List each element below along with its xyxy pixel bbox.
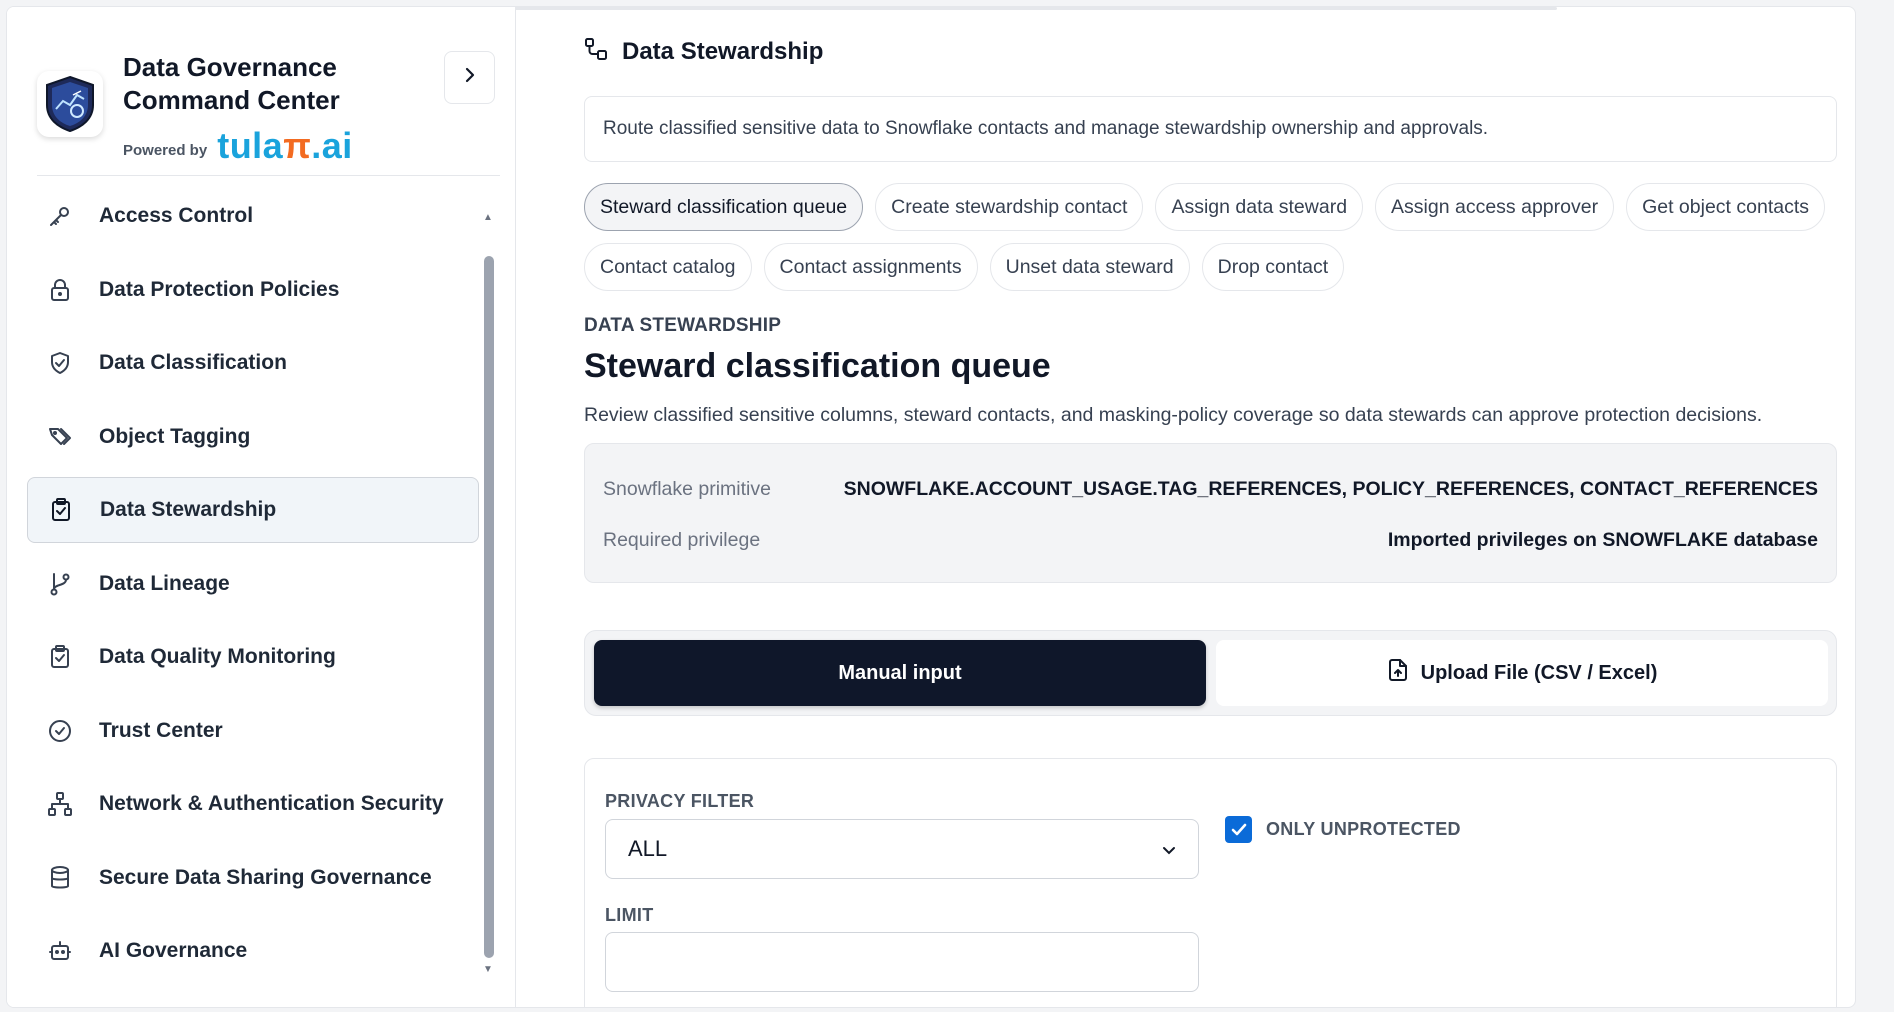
- file-upload-icon: [1387, 658, 1409, 688]
- app-title: Data Governance Command Center: [123, 52, 340, 115]
- sidebar-item-data-protection-policies[interactable]: Data Protection Policies: [27, 257, 479, 323]
- info-row-privilege: Required privilege Imported privileges o…: [603, 529, 1818, 552]
- section-title: Data Stewardship: [622, 37, 824, 65]
- sidebar-item-label: Trust Center: [99, 718, 223, 742]
- workflow-icon: [584, 37, 608, 66]
- privacy-filter-select[interactable]: ALL: [605, 819, 1199, 879]
- clipboard-check-icon: [47, 644, 73, 670]
- key-icon: [47, 203, 73, 229]
- tags-icon: [47, 424, 73, 450]
- sidebar-item-ai-governance[interactable]: AI Governance: [27, 918, 479, 984]
- page-title: Steward classification queue: [584, 347, 1051, 385]
- sidebar-item-object-tagging[interactable]: Object Tagging: [27, 404, 479, 470]
- sidebar-item-secure-data-sharing[interactable]: Secure Data Sharing Governance: [27, 845, 479, 911]
- section-header: Data Stewardship: [584, 37, 823, 66]
- sidebar-item-label: Data Lineage: [99, 571, 230, 595]
- chip-create-stewardship-contact[interactable]: Create stewardship contact: [875, 183, 1144, 231]
- info-label: Snowflake primitive: [603, 478, 771, 500]
- sidebar-item-label: AI Governance: [99, 939, 248, 962]
- sidebar-item-label: Data Stewardship: [100, 498, 277, 521]
- brand: Data Governance Command Center Powered b…: [37, 45, 497, 166]
- chip-contact-catalog[interactable]: Contact catalog: [584, 243, 752, 291]
- sidebar: Data Governance Command Center Powered b…: [7, 7, 516, 1007]
- chip-row-2: Contact catalog Contact assignments Unse…: [584, 243, 1844, 291]
- sidebar-item-data-lineage[interactable]: Data Lineage: [27, 551, 479, 617]
- sidebar-item-data-quality-monitoring[interactable]: Data Quality Monitoring: [27, 624, 479, 690]
- chip-unset-data-steward[interactable]: Unset data steward: [989, 243, 1190, 291]
- sidebar-item-label: Data Classification: [99, 351, 287, 374]
- info-label: Required privilege: [603, 529, 761, 551]
- only-unprotected-checkbox[interactable]: [1225, 816, 1252, 843]
- sidebar-item-data-classification[interactable]: Data Classification: [27, 330, 479, 396]
- powered-by: Powered by tulaπ.ai: [123, 125, 353, 171]
- git-branch-icon: [47, 571, 73, 597]
- section-description: Route classified sensitive data to Snowf…: [584, 96, 1837, 162]
- bot-icon: [47, 938, 73, 964]
- chip-contact-assignments[interactable]: Contact assignments: [763, 243, 978, 291]
- only-unprotected-toggle[interactable]: ONLY UNPROTECTED: [1225, 816, 1461, 843]
- action-chips: Steward classification queue Create stew…: [584, 183, 1844, 303]
- chevron-right-icon: [463, 65, 477, 91]
- sidebar-item-label: Data Quality Monitoring: [99, 645, 336, 668]
- sidebar-item-label: Access Control: [99, 204, 254, 227]
- privacy-filter-label: PRIVACY FILTER: [605, 791, 755, 811]
- sidebar-item-label: Data Protection Policies: [99, 277, 340, 301]
- sidebar-item-data-stewardship[interactable]: Data Stewardship: [27, 477, 479, 543]
- chip-assign-access-approver[interactable]: Assign access approver: [1375, 183, 1615, 231]
- info-value: Imported privileges on SNOWFLAKE databas…: [1387, 529, 1818, 551]
- tulapi-logo: tulaπ.ai: [217, 125, 353, 166]
- clipboard-check-icon: [48, 497, 74, 523]
- app-window: Data Governance Command Center Powered b…: [6, 6, 1856, 1008]
- shield-check-icon: [47, 350, 73, 376]
- chip-drop-contact[interactable]: Drop contact: [1201, 243, 1345, 291]
- sidebar-item-label: Secure Data Sharing Governance: [99, 865, 432, 889]
- upload-file-button[interactable]: Upload File (CSV / Excel): [1216, 640, 1828, 706]
- sidebar-item-access-control[interactable]: Access Control: [27, 183, 479, 249]
- chip-row-1: Steward classification queue Create stew…: [584, 183, 1844, 231]
- info-value: SNOWFLAKE.ACCOUNT_USAGE.TAG_REFERENCES, …: [843, 478, 1818, 500]
- limit-input[interactable]: [605, 932, 1199, 992]
- sidebar-collapse-button[interactable]: [444, 51, 495, 104]
- lock-icon: [47, 277, 73, 303]
- sidebar-scrollbar[interactable]: ▲ ▼: [483, 212, 495, 982]
- sidebar-item-label: Object Tagging: [99, 424, 251, 448]
- sidebar-nav: Access Control Data Protection Policies …: [27, 183, 479, 992]
- main-content: Data Stewardship Route classified sensit…: [552, 7, 1855, 1007]
- network-icon: [47, 791, 73, 817]
- chevron-down-icon: [1162, 836, 1176, 862]
- sidebar-item-trust-center[interactable]: Trust Center: [27, 698, 479, 764]
- shield-logo-icon: [37, 71, 103, 137]
- sidebar-item-label: Network & Authentication Security: [99, 792, 444, 815]
- powered-by-label: Powered by: [123, 141, 208, 159]
- chip-assign-data-steward[interactable]: Assign data steward: [1155, 183, 1364, 231]
- page-subtitle: Review classified sensitive columns, ste…: [584, 404, 1763, 426]
- check-circle-icon: [47, 718, 73, 744]
- page-kicker: DATA STEWARDSHIP: [584, 315, 782, 336]
- info-panel: Snowflake primitive SNOWFLAKE.ACCOUNT_US…: [584, 443, 1837, 583]
- scrollbar-thumb[interactable]: [484, 256, 494, 958]
- scroll-up-icon[interactable]: ▲: [483, 212, 493, 223]
- input-mode-toggle: Manual input Upload File (CSV / Excel): [584, 630, 1837, 716]
- query-form: PRIVACY FILTER ALL ONLY UNPROTECTED LIMI…: [584, 758, 1837, 1007]
- database-icon: [47, 865, 73, 891]
- info-row-primitive: Snowflake primitive SNOWFLAKE.ACCOUNT_US…: [603, 478, 1818, 501]
- manual-input-button[interactable]: Manual input: [594, 640, 1206, 706]
- only-unprotected-label: ONLY UNPROTECTED: [1266, 819, 1461, 839]
- scroll-down-icon[interactable]: ▼: [483, 964, 493, 975]
- sidebar-item-network-auth-security[interactable]: Network & Authentication Security: [27, 771, 479, 837]
- sidebar-divider: [37, 175, 500, 176]
- limit-label: LIMIT: [605, 905, 654, 925]
- chip-steward-classification-queue[interactable]: Steward classification queue: [584, 183, 864, 231]
- chip-get-object-contacts[interactable]: Get object contacts: [1626, 183, 1825, 231]
